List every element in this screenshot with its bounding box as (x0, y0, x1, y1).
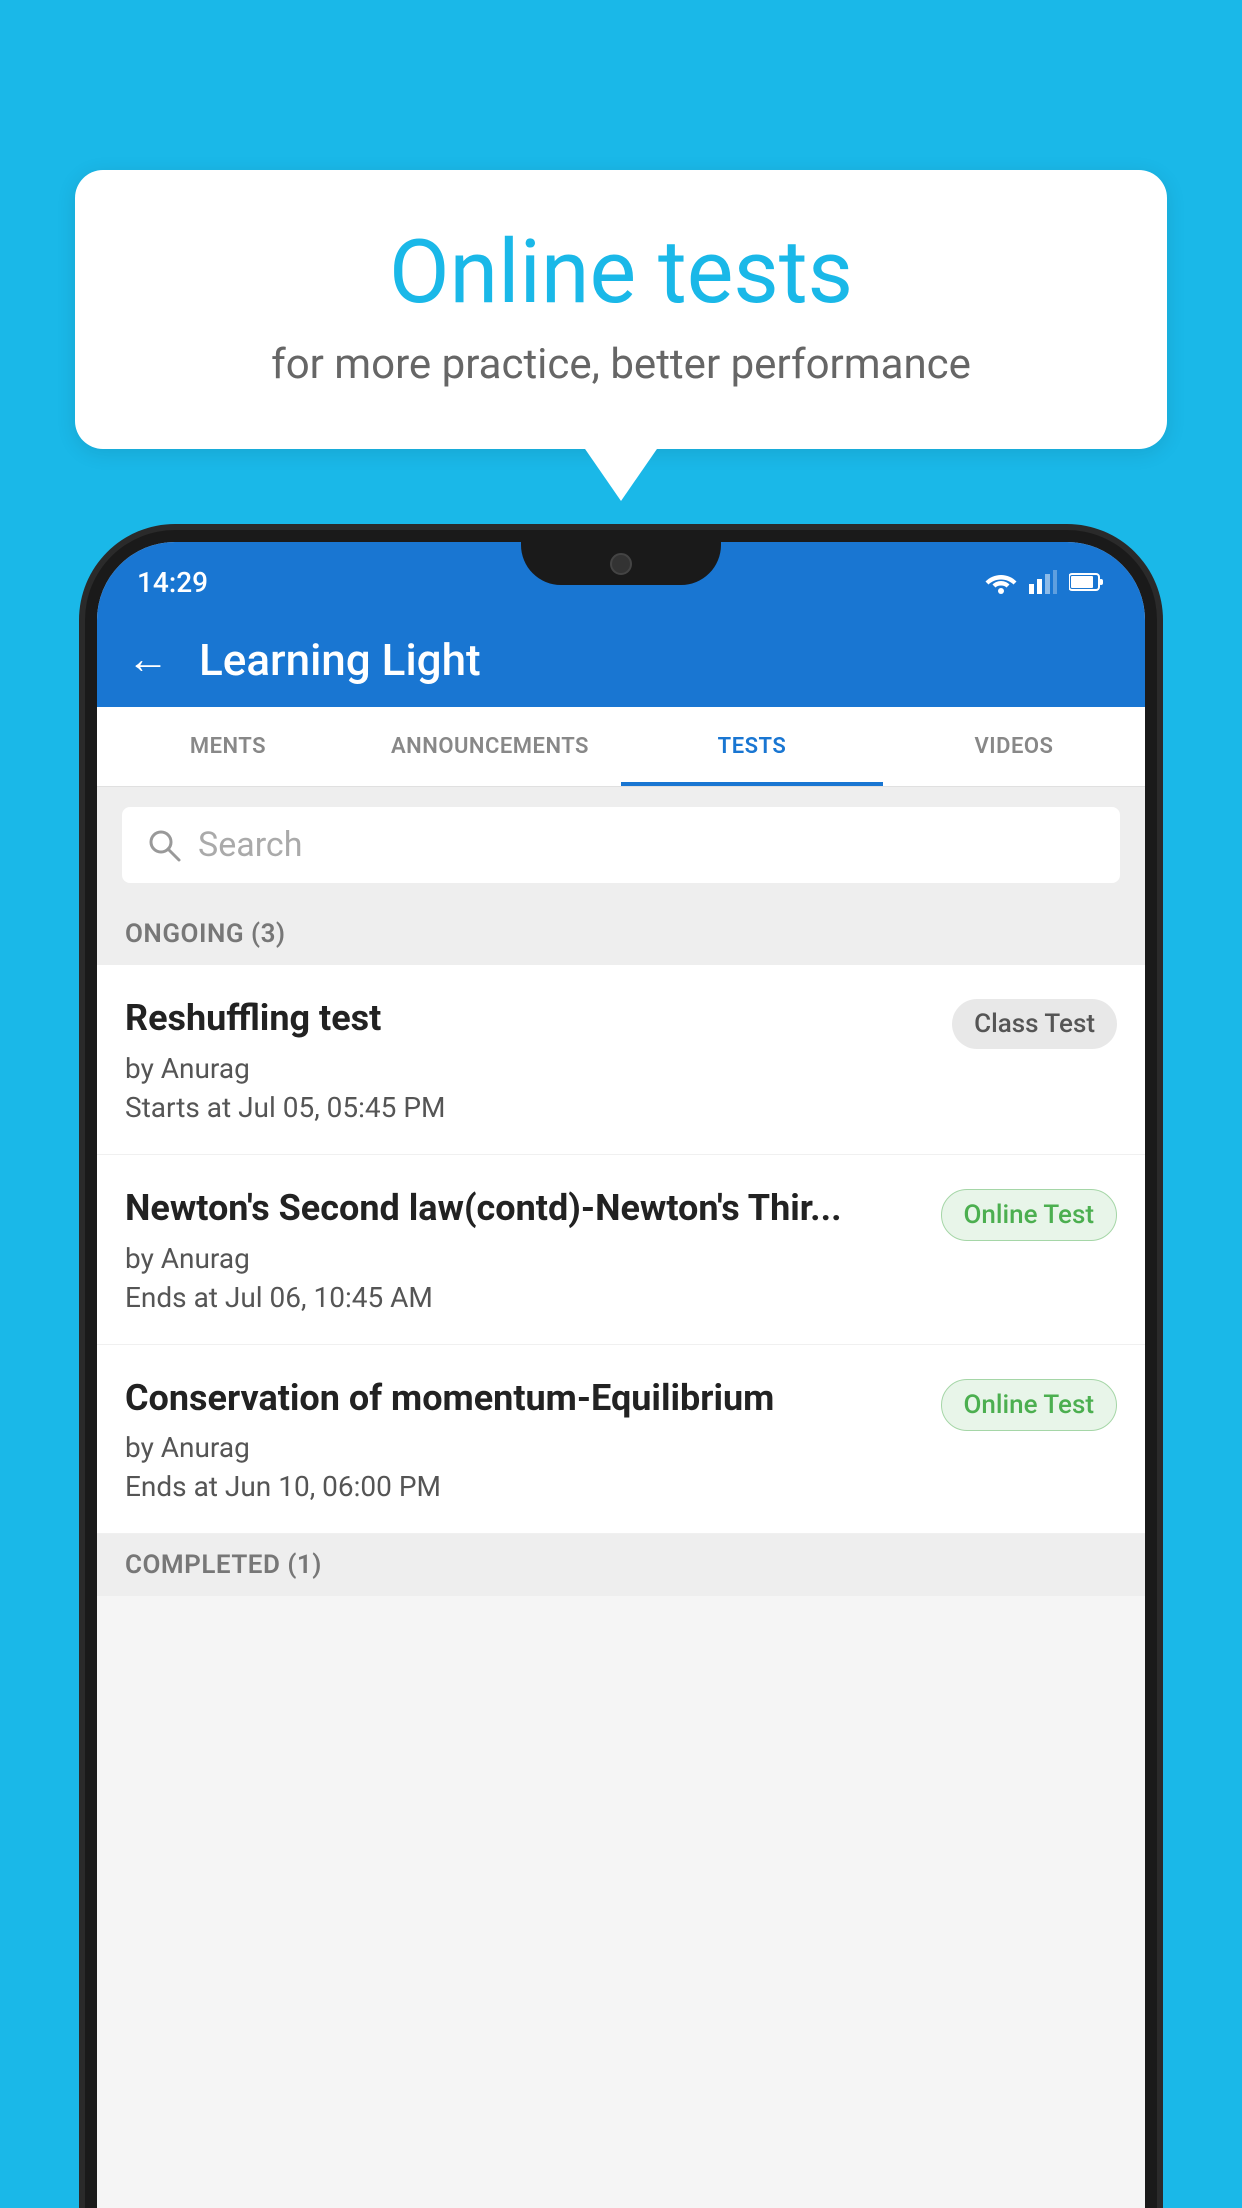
test-badge-2: Online Test (941, 1189, 1118, 1241)
bubble-title: Online tests (135, 225, 1107, 322)
test-item-3[interactable]: Conservation of momentum-Equilibrium by … (97, 1345, 1145, 1535)
test-date-3: Ends at Jun 10, 06:00 PM (125, 1470, 921, 1503)
app-header: ← Learning Light (97, 612, 1145, 707)
test-info-2: Newton's Second law(contd)-Newton's Thir… (125, 1185, 921, 1314)
tab-videos[interactable]: VIDEOS (883, 707, 1145, 786)
test-badge-1: Class Test (952, 999, 1117, 1049)
test-date-2: Ends at Jul 06, 10:45 AM (125, 1281, 921, 1314)
signal-icon (1029, 570, 1057, 594)
ongoing-section-header: ONGOING (3) (97, 903, 1145, 965)
phone-frame: 14:29 (85, 530, 1157, 2208)
bubble-subtitle: for more practice, better performance (135, 340, 1107, 389)
search-icon (146, 827, 182, 863)
phone-notch (521, 530, 721, 585)
search-container: Search (97, 787, 1145, 903)
test-item-1[interactable]: Reshuffling test by Anurag Starts at Jul… (97, 965, 1145, 1155)
status-time: 14:29 (137, 566, 208, 599)
test-item-2[interactable]: Newton's Second law(contd)-Newton's Thir… (97, 1155, 1145, 1345)
tab-ments[interactable]: MENTS (97, 707, 359, 786)
test-author-2: by Anurag (125, 1242, 921, 1275)
test-badge-3: Online Test (941, 1379, 1118, 1431)
tab-tests[interactable]: TESTS (621, 707, 883, 786)
test-info-3: Conservation of momentum-Equilibrium by … (125, 1375, 921, 1504)
wifi-icon (985, 570, 1017, 594)
test-list: Reshuffling test by Anurag Starts at Jul… (97, 965, 1145, 1534)
tab-announcements[interactable]: ANNOUNCEMENTS (359, 707, 621, 786)
test-date-1: Starts at Jul 05, 05:45 PM (125, 1091, 932, 1124)
battery-icon (1069, 572, 1105, 592)
completed-section-header: COMPLETED (1) (97, 1534, 1145, 1596)
test-name-1: Reshuffling test (125, 995, 932, 1042)
test-author-1: by Anurag (125, 1052, 932, 1085)
phone-screen: 14:29 (97, 542, 1145, 2208)
app-title: Learning Light (199, 634, 481, 686)
promo-bubble: Online tests for more practice, better p… (75, 170, 1167, 449)
test-name-2: Newton's Second law(contd)-Newton's Thir… (125, 1185, 921, 1232)
search-bar[interactable]: Search (122, 807, 1120, 883)
test-name-3: Conservation of momentum-Equilibrium (125, 1375, 921, 1422)
status-icons (985, 570, 1105, 594)
tabs-bar: MENTS ANNOUNCEMENTS TESTS VIDEOS (97, 707, 1145, 787)
back-button[interactable]: ← (127, 639, 169, 681)
test-author-3: by Anurag (125, 1431, 921, 1464)
search-placeholder: Search (198, 825, 302, 865)
test-info-1: Reshuffling test by Anurag Starts at Jul… (125, 995, 932, 1124)
front-camera (610, 553, 632, 575)
